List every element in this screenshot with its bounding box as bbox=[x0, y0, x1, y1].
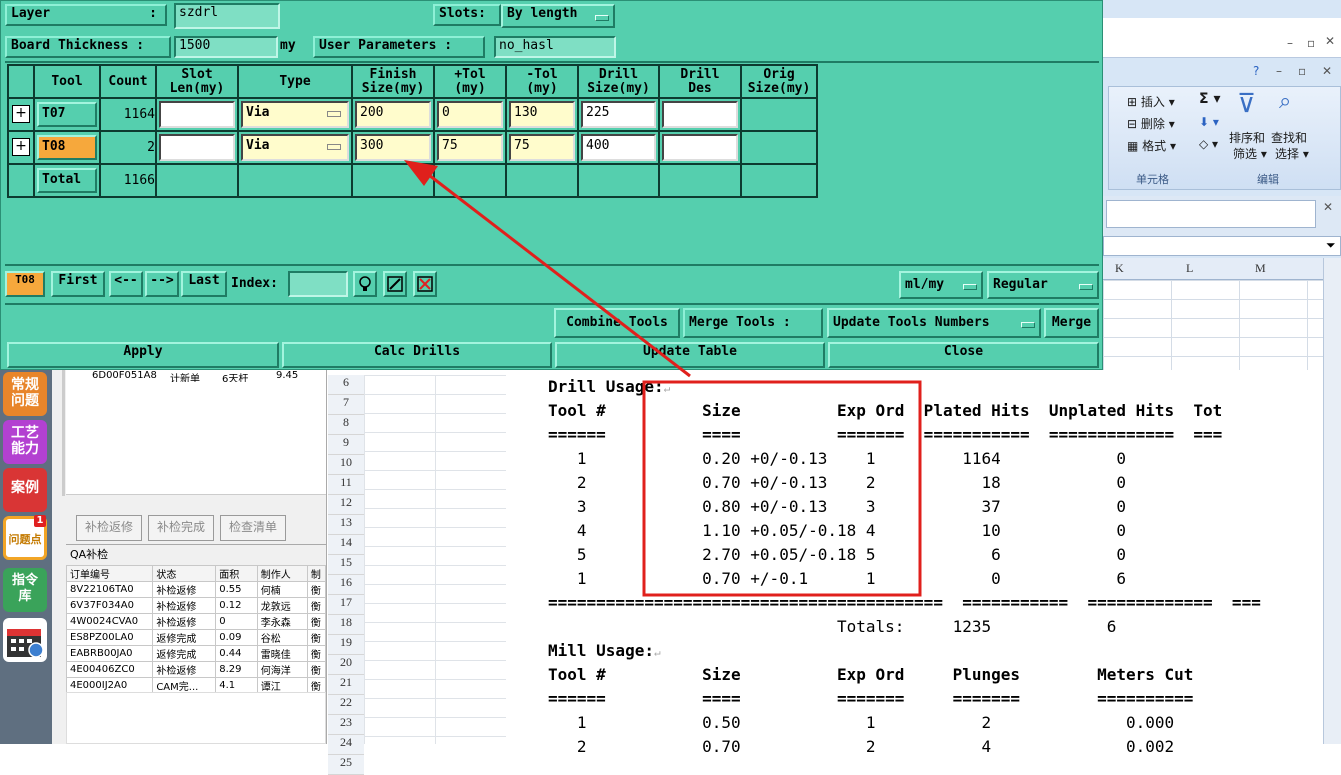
annotation-box bbox=[642, 380, 922, 597]
annotation-arrow bbox=[424, 170, 691, 378]
row-header[interactable]: 25 bbox=[328, 755, 364, 775]
arrow-head bbox=[404, 160, 438, 186]
annotation-overlay bbox=[404, 160, 922, 597]
